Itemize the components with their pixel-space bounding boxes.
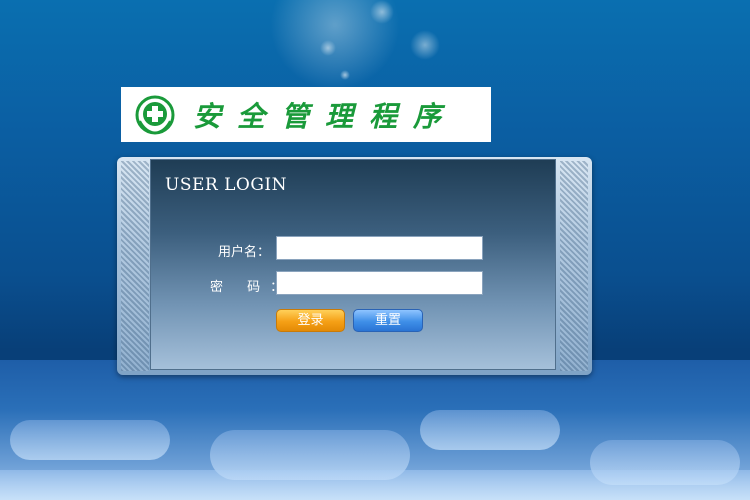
frame-stripe — [121, 161, 149, 371]
password-label: 密 码： — [210, 276, 283, 295]
puzzle-piece — [0, 470, 750, 500]
light-glow — [320, 40, 336, 56]
logo-banner: 安全管理程序 — [121, 87, 491, 142]
green-cross-icon — [135, 95, 175, 134]
light-glow — [410, 30, 440, 60]
light-glow — [270, 0, 400, 90]
light-glow — [340, 70, 350, 80]
reset-button[interactable]: 重置 — [353, 309, 423, 332]
password-input[interactable] — [276, 271, 483, 295]
username-label: 用户名： — [217, 245, 270, 260]
puzzle-piece — [420, 410, 560, 450]
frame-stripe — [560, 161, 588, 371]
username-input[interactable] — [276, 236, 483, 260]
light-glow — [370, 0, 394, 24]
login-button[interactable]: 登录 — [276, 309, 345, 332]
app-title: 安全管理程序 — [193, 99, 458, 133]
puzzle-piece — [10, 420, 170, 460]
login-heading: USER LOGIN — [165, 175, 287, 195]
